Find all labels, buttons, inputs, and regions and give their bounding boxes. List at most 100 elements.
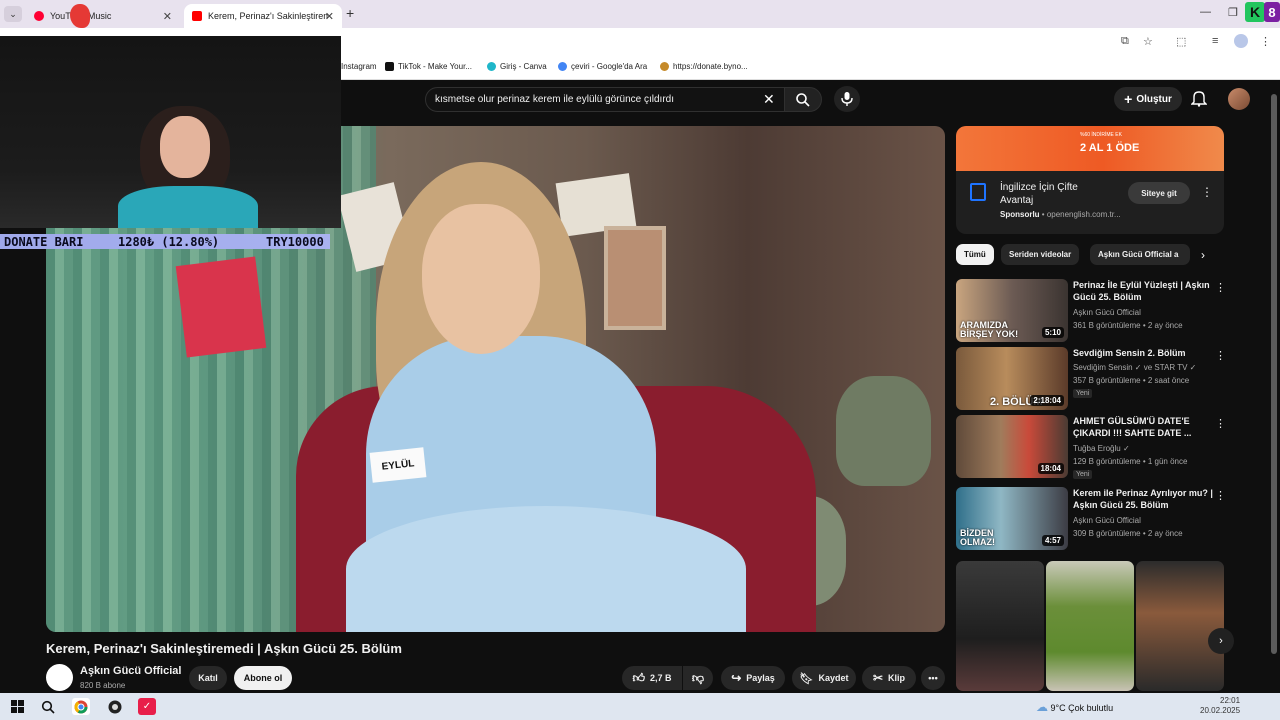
short-thumbnail[interactable]: [1136, 561, 1224, 691]
video-name-tag: EYLÜL: [369, 447, 427, 483]
bookmark-star-icon[interactable]: ☆: [1143, 35, 1153, 48]
notifications-button[interactable]: [1190, 89, 1208, 112]
join-button[interactable]: Katıl: [189, 666, 227, 690]
search-icon[interactable]: [39, 698, 57, 715]
channel-avatar[interactable]: [46, 664, 73, 691]
video-title[interactable]: Kerem ile Perinaz Ayrılıyor mu? | Aşkın …: [1073, 487, 1213, 511]
browser-profile-avatar[interactable]: [1234, 34, 1248, 48]
subscribe-label: Abone ol: [243, 673, 283, 683]
ad-banner-headline: 2 AL 1 ÖDE: [1080, 142, 1140, 154]
bookmark-icon: 🔖︎: [799, 672, 814, 685]
video-title[interactable]: AHMET GÜLSÜM'Ü DATE'E ÇIKARDI !!! SAHTE …: [1073, 415, 1213, 439]
k-letter: K: [1245, 2, 1265, 22]
canva-icon: [487, 62, 496, 71]
bookmark-label: Instagram: [341, 62, 377, 71]
list-item[interactable]: 2. BÖLÜM 2:18:04 Sevdiğim Sensin 2. Bölü…: [956, 347, 1226, 411]
bookmark-tiktok[interactable]: TikTok - Make Your...: [385, 62, 472, 71]
open-english-logo-icon: [970, 183, 986, 201]
chevron-right-icon[interactable]: ›: [1201, 248, 1205, 262]
ad-domain: openenglish.com.tr...: [1046, 210, 1121, 219]
page-scrollbar[interactable]: [1270, 82, 1278, 692]
ad-title[interactable]: İngilizce İçin Çifte Avantaj: [1000, 181, 1095, 207]
streaming-app-icon[interactable]: ✓: [138, 698, 156, 715]
system-clock[interactable]: 22:01 20.02.2025: [1200, 696, 1240, 716]
extension-k8-badge[interactable]: K 8: [1245, 2, 1280, 24]
video-meta: 357 B görüntüleme • 2 saat önce: [1073, 376, 1190, 385]
youtube-music-icon: [34, 11, 44, 21]
tab-current-video[interactable]: Kerem, Perinaz'ı Sakinleştiremedi ✕: [184, 4, 342, 28]
dislike-button[interactable]: 👎︎: [683, 666, 713, 690]
short-thumbnail[interactable]: [1046, 561, 1134, 691]
bookmark-google-translate[interactable]: çeviri - Google'da Ara: [558, 62, 647, 71]
extensions-icon[interactable]: ⬚: [1176, 35, 1186, 48]
video-thumbnail[interactable]: 2. BÖLÜM 2:18:04: [956, 347, 1068, 410]
clear-search-icon[interactable]: ✕: [763, 91, 775, 108]
minimize-icon[interactable]: —: [1200, 6, 1211, 18]
browser-menu-icon[interactable]: ⋮: [1260, 35, 1271, 48]
account-avatar[interactable]: [1228, 88, 1250, 110]
video-thumbnail[interactable]: ARAMIZDA BİRŞEY YOK! 5:10: [956, 279, 1068, 342]
sponsored-label: Sponsorlu: [1000, 210, 1040, 219]
windows-start-icon[interactable]: [8, 698, 26, 715]
video-title[interactable]: Perinaz İle Eylül Yüzleşti | Aşkın Gücü …: [1073, 279, 1213, 303]
subscriber-count: 820 B abone: [80, 681, 126, 690]
subscribe-button[interactable]: Abone ol: [234, 666, 292, 690]
save-button[interactable]: 🔖︎ Kaydet: [792, 666, 856, 690]
restore-icon[interactable]: ❐: [1228, 6, 1238, 19]
new-tab-icon[interactable]: +: [346, 5, 354, 21]
channel-name: Sevdiğim Sensin ✓ ve STAR TV ✓: [1073, 363, 1197, 372]
visit-site-button[interactable]: Siteye git: [1128, 182, 1190, 204]
short-thumbnail[interactable]: [956, 561, 1044, 691]
number-eight: 8: [1264, 2, 1280, 22]
list-item[interactable]: ARAMIZDA BİRŞEY YOK! 5:10 Perinaz İle Ey…: [956, 279, 1226, 343]
search-button[interactable]: [784, 87, 822, 112]
close-tab-icon[interactable]: ✕: [163, 10, 172, 23]
chrome-icon[interactable]: [72, 698, 90, 715]
sponsored-ad-card[interactable]: %60 İNDİRİME EK 2 AL 1 ÖDE İngilizce İçi…: [956, 126, 1224, 234]
windows-taskbar: ✓ ☁ 9°C Çok bulutlu 22:01 20.02.2025: [0, 693, 1280, 720]
clip-button[interactable]: ✂ Klip: [862, 666, 916, 690]
video-duration: 5:10: [1041, 327, 1064, 338]
bookmark-donate[interactable]: https://donate.byno...: [660, 62, 748, 71]
list-item[interactable]: 18:04 AHMET GÜLSÜM'Ü DATE'E ÇIKARDI !!! …: [956, 415, 1226, 479]
chip-all[interactable]: Tümü: [956, 244, 994, 265]
chip-label: Seriden videolar: [1009, 250, 1072, 259]
list-item[interactable]: BİZDEN OLMAZ! 4:57 Kerem ile Perinaz Ayr…: [956, 487, 1226, 551]
bookmark-label: Giriş - Canva: [500, 62, 547, 71]
bell-icon: [1190, 91, 1208, 107]
more-vert-icon[interactable]: ⋮: [1215, 349, 1226, 362]
like-button[interactable]: 👍︎ 2,7 B: [622, 666, 682, 690]
install-app-icon[interactable]: ⧉: [1121, 35, 1129, 48]
media-control-icon[interactable]: ≡: [1212, 35, 1218, 47]
chip-channel[interactable]: Aşkın Gücü Official a: [1090, 244, 1190, 265]
more-actions-button[interactable]: •••: [921, 666, 945, 690]
save-label: Kaydet: [818, 673, 849, 683]
chip-series-videos[interactable]: Seriden videolar: [1001, 244, 1080, 265]
obs-icon[interactable]: [106, 698, 124, 715]
streamer-logo: [70, 4, 90, 28]
chevron-right-icon[interactable]: ›: [1208, 628, 1234, 654]
more-vert-icon[interactable]: ⋮: [1215, 417, 1226, 430]
more-vert-icon[interactable]: ⋮: [1215, 489, 1226, 502]
scrollbar-thumb[interactable]: [1271, 94, 1277, 654]
voice-search-button[interactable]: [834, 86, 860, 112]
browser-tab-strip: ⌄ YouTube Music ✕ Kerem, Perinaz'ı Sakin…: [0, 0, 1280, 28]
donate-goal: TRY10000: [266, 235, 324, 249]
tab-search-dropdown[interactable]: ⌄: [4, 6, 22, 22]
search-input[interactable]: kısmetse olur perinaz kerem ile eylülü g…: [425, 87, 785, 112]
video-thumbnail[interactable]: 18:04: [956, 415, 1068, 478]
close-tab-icon[interactable]: ✕: [325, 10, 334, 23]
ad-menu-icon[interactable]: ⋮: [1201, 185, 1213, 199]
bookmark-canva[interactable]: Giriş - Canva: [487, 62, 547, 71]
video-title[interactable]: Sevdiğim Sensin 2. Bölüm: [1073, 347, 1213, 359]
ad-banner-image[interactable]: %60 İNDİRİME EK 2 AL 1 ÖDE: [956, 126, 1224, 171]
create-button[interactable]: + Oluştur: [1114, 87, 1182, 111]
channel-name[interactable]: Aşkın Gücü Official: [80, 665, 181, 677]
bookmark-instagram[interactable]: Instagram: [341, 62, 377, 71]
tab-youtube-music[interactable]: YouTube Music ✕: [26, 4, 180, 28]
thumbs-up-icon: 👍︎: [632, 670, 646, 685]
video-thumbnail[interactable]: BİZDEN OLMAZ! 4:57: [956, 487, 1068, 550]
share-button[interactable]: ↪ Paylaş: [721, 666, 785, 690]
weather-widget[interactable]: ☁ 9°C Çok bulutlu: [1036, 700, 1113, 714]
more-vert-icon[interactable]: ⋮: [1215, 281, 1226, 294]
